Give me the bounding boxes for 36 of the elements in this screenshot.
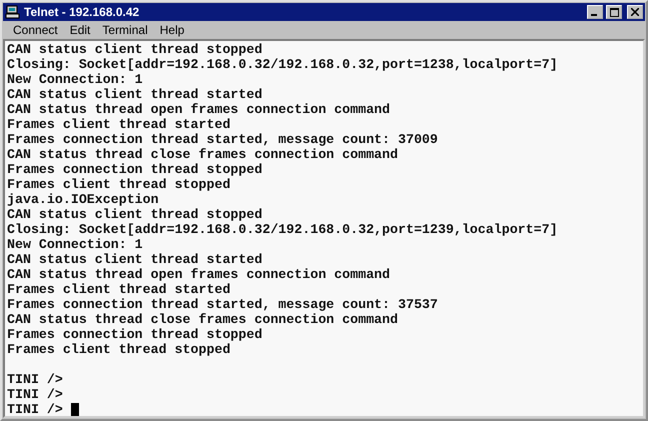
output-line: Frames connection thread stopped [7, 162, 262, 177]
output-line: CAN status thread close frames connection command [7, 147, 398, 162]
output-line: CAN status client thread stopped [7, 207, 262, 222]
output-line: CAN status client thread stopped [7, 42, 262, 57]
output-line: CAN status thread open frames connection command [7, 102, 390, 117]
maximize-icon [610, 8, 618, 16]
output-line: Frames connection thread started, message count: 37537 [7, 297, 438, 312]
minimize-button[interactable] [587, 5, 603, 19]
output-line: Frames client thread started [7, 282, 230, 297]
output-line: CAN status client thread started [7, 252, 262, 267]
output-line: Frames client thread stopped [7, 177, 230, 192]
output-line: Frames client thread started [7, 117, 230, 132]
menu-item[interactable]: Connect [7, 23, 64, 37]
menu-item[interactable]: Edit [64, 23, 96, 37]
output-line: Frames connection thread stopped [7, 327, 262, 342]
output-line: Closing: Socket[addr=192.168.0.32/192.168.0.32,port=1239,localport=7] [7, 222, 558, 237]
output-line: Frames client thread stopped [7, 342, 230, 357]
close-icon [631, 8, 639, 16]
maximize-button[interactable] [606, 5, 622, 19]
output-line: java.io.IOException [7, 192, 159, 207]
close-button[interactable] [627, 5, 643, 19]
prompt-line: TINI /> [7, 402, 63, 416]
text-cursor [70, 403, 79, 416]
output-line: CAN status thread open frames connection command [7, 267, 390, 282]
prompt-line: TINI /> [7, 387, 63, 402]
output-line: CAN status client thread started [7, 87, 262, 102]
prompt-line: TINI /> [7, 372, 63, 387]
output-line: CAN status thread close frames connection command [7, 312, 398, 327]
menu-item[interactable]: Terminal [96, 23, 154, 37]
window-title: Telnet - 192.168.0.42 [24, 5, 140, 19]
output-line: Closing: Socket[addr=192.168.0.32/192.168.0.32,port=1238,localport=7] [7, 57, 558, 72]
output-line: New Connection: 1 [7, 72, 143, 87]
output-line: Frames connection thread started, message count: 37009 [7, 132, 438, 147]
output-line: New Connection: 1 [7, 237, 143, 252]
menu-item[interactable]: Help [154, 23, 190, 37]
computer-icon [5, 5, 21, 19]
